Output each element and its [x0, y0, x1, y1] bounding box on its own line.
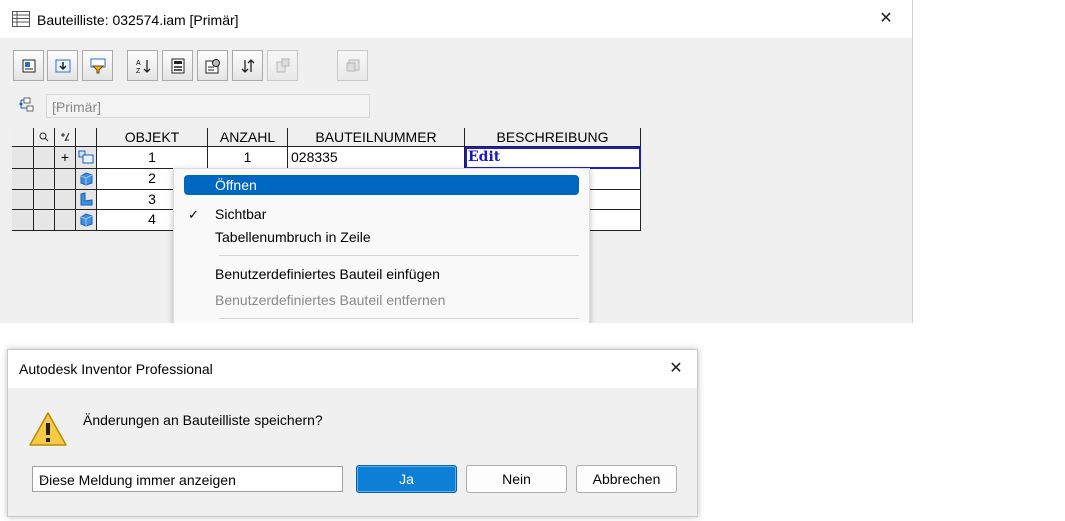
svg-text:A: A	[136, 60, 141, 67]
assembly-icon	[78, 150, 94, 164]
close-icon[interactable]: ✕	[876, 11, 896, 27]
bom-settings-button[interactable]	[13, 50, 44, 81]
expand-collapse-icon	[61, 132, 70, 142]
expand-column-header[interactable]	[55, 128, 76, 147]
menu-item-tabellenumbruch[interactable]: Tabellenumbruch in Zeile	[215, 227, 371, 247]
properties-icon	[205, 59, 220, 74]
table-cell-objekt[interactable]: 1	[97, 147, 208, 169]
bom-window: Bauteilliste: 032574.iam [Primär] ✕ AZ […	[0, 0, 913, 323]
chevron-down-icon: ⌵	[52, 97, 62, 112]
show-message-select[interactable]: Diese Meldung immer anzeigen ⌵	[32, 466, 343, 492]
table-cell-beschreibung-editing[interactable]: Edit	[465, 147, 641, 169]
merge-button[interactable]	[267, 50, 298, 81]
icon-column-header[interactable]	[76, 128, 97, 147]
cancel-button[interactable]: Abbrechen	[576, 465, 677, 493]
table-icon	[12, 11, 30, 27]
filter-button[interactable]	[82, 50, 113, 81]
part-icon-cell	[76, 210, 97, 231]
menu-item-sichtbar[interactable]: Sichtbar	[215, 204, 266, 224]
sort-button[interactable]: AZ	[127, 50, 158, 81]
view-select[interactable]: [Primär] ⌵	[46, 94, 370, 118]
row-search-cell	[34, 190, 55, 210]
bom-settings-icon	[22, 59, 36, 73]
sort-icon: AZ	[136, 60, 151, 74]
table-cell-anzahl[interactable]: 1	[208, 147, 288, 169]
column-header-bauteilnummer[interactable]: BAUTEILNUMMER	[288, 128, 465, 147]
row-header[interactable]	[12, 169, 34, 190]
merge-icon	[276, 58, 290, 73]
context-menu: Öffnen ✓ Sichtbar Tabellenumbruch in Zei…	[173, 168, 590, 323]
menu-item-bauteil-entfernen: Benutzerdefiniertes Bauteil entfernen	[215, 292, 446, 308]
svg-text:Z: Z	[136, 68, 141, 74]
search-icon	[39, 132, 49, 142]
export-icon	[55, 59, 71, 73]
row-header[interactable]	[12, 147, 34, 169]
close-icon[interactable]: ✕	[666, 361, 686, 377]
dialog-message: Änderungen an Bauteilliste speichern?	[83, 412, 323, 428]
bom-titlebar: Bauteilliste: 032574.iam [Primär] ✕	[0, 0, 912, 38]
menu-item-oeffnen[interactable]: Öffnen	[215, 175, 257, 195]
renumber-icon	[171, 58, 185, 74]
renumber-button[interactable]	[162, 50, 193, 81]
yes-button[interactable]: Ja	[356, 465, 457, 493]
properties-button[interactable]	[197, 50, 228, 81]
menu-item-bauteil-einfuegen[interactable]: Benutzerdefiniertes Bauteil einfügen	[215, 264, 440, 284]
no-button[interactable]: Nein	[466, 465, 567, 493]
row-header[interactable]	[12, 190, 34, 210]
bom-window-title: Bauteilliste: 032574.iam [Primär]	[37, 12, 239, 28]
column-header-anzahl[interactable]: ANZAHL	[208, 128, 288, 147]
copy-settings-button[interactable]	[337, 50, 368, 81]
copy-settings-icon	[346, 59, 360, 72]
dialog-titlebar: Autodesk Inventor Professional ✕	[8, 350, 697, 388]
warning-icon	[29, 412, 67, 446]
structure-icon	[19, 97, 34, 112]
part-icon	[80, 213, 93, 227]
dialog-title: Autodesk Inventor Professional	[19, 361, 213, 377]
assembly-icon-cell	[76, 147, 97, 169]
row-search-cell	[34, 210, 55, 231]
reorder-icon	[241, 59, 255, 73]
save-dialog: Autodesk Inventor Professional ✕ Änderun…	[7, 349, 698, 517]
sheet-metal-part-icon	[80, 192, 93, 206]
chevron-down-icon: ⌵	[39, 470, 49, 484]
filter-icon	[90, 58, 106, 74]
reorder-button[interactable]	[232, 50, 263, 81]
checkmark-icon: ✓	[188, 207, 199, 222]
expand-toggle	[55, 169, 76, 190]
menu-separator	[219, 318, 579, 319]
expand-toggle	[55, 190, 76, 210]
row-header[interactable]	[12, 210, 34, 231]
part-icon	[80, 172, 93, 186]
table-cell-bauteilnummer[interactable]: 028335	[288, 147, 465, 169]
search-column-header[interactable]	[34, 128, 55, 147]
row-search-cell	[34, 169, 55, 190]
expand-toggle	[55, 210, 76, 231]
part-icon-cell	[76, 169, 97, 190]
expand-toggle[interactable]: +	[55, 147, 76, 169]
row-search-cell	[34, 147, 55, 169]
column-header-objekt[interactable]: OBJEKT	[97, 128, 208, 147]
part-icon-cell	[76, 190, 97, 210]
export-button[interactable]	[47, 50, 78, 81]
table-corner-cell[interactable]	[12, 128, 34, 147]
column-header-beschreibung[interactable]: BESCHREIBUNG	[465, 128, 641, 147]
menu-separator	[219, 255, 579, 256]
